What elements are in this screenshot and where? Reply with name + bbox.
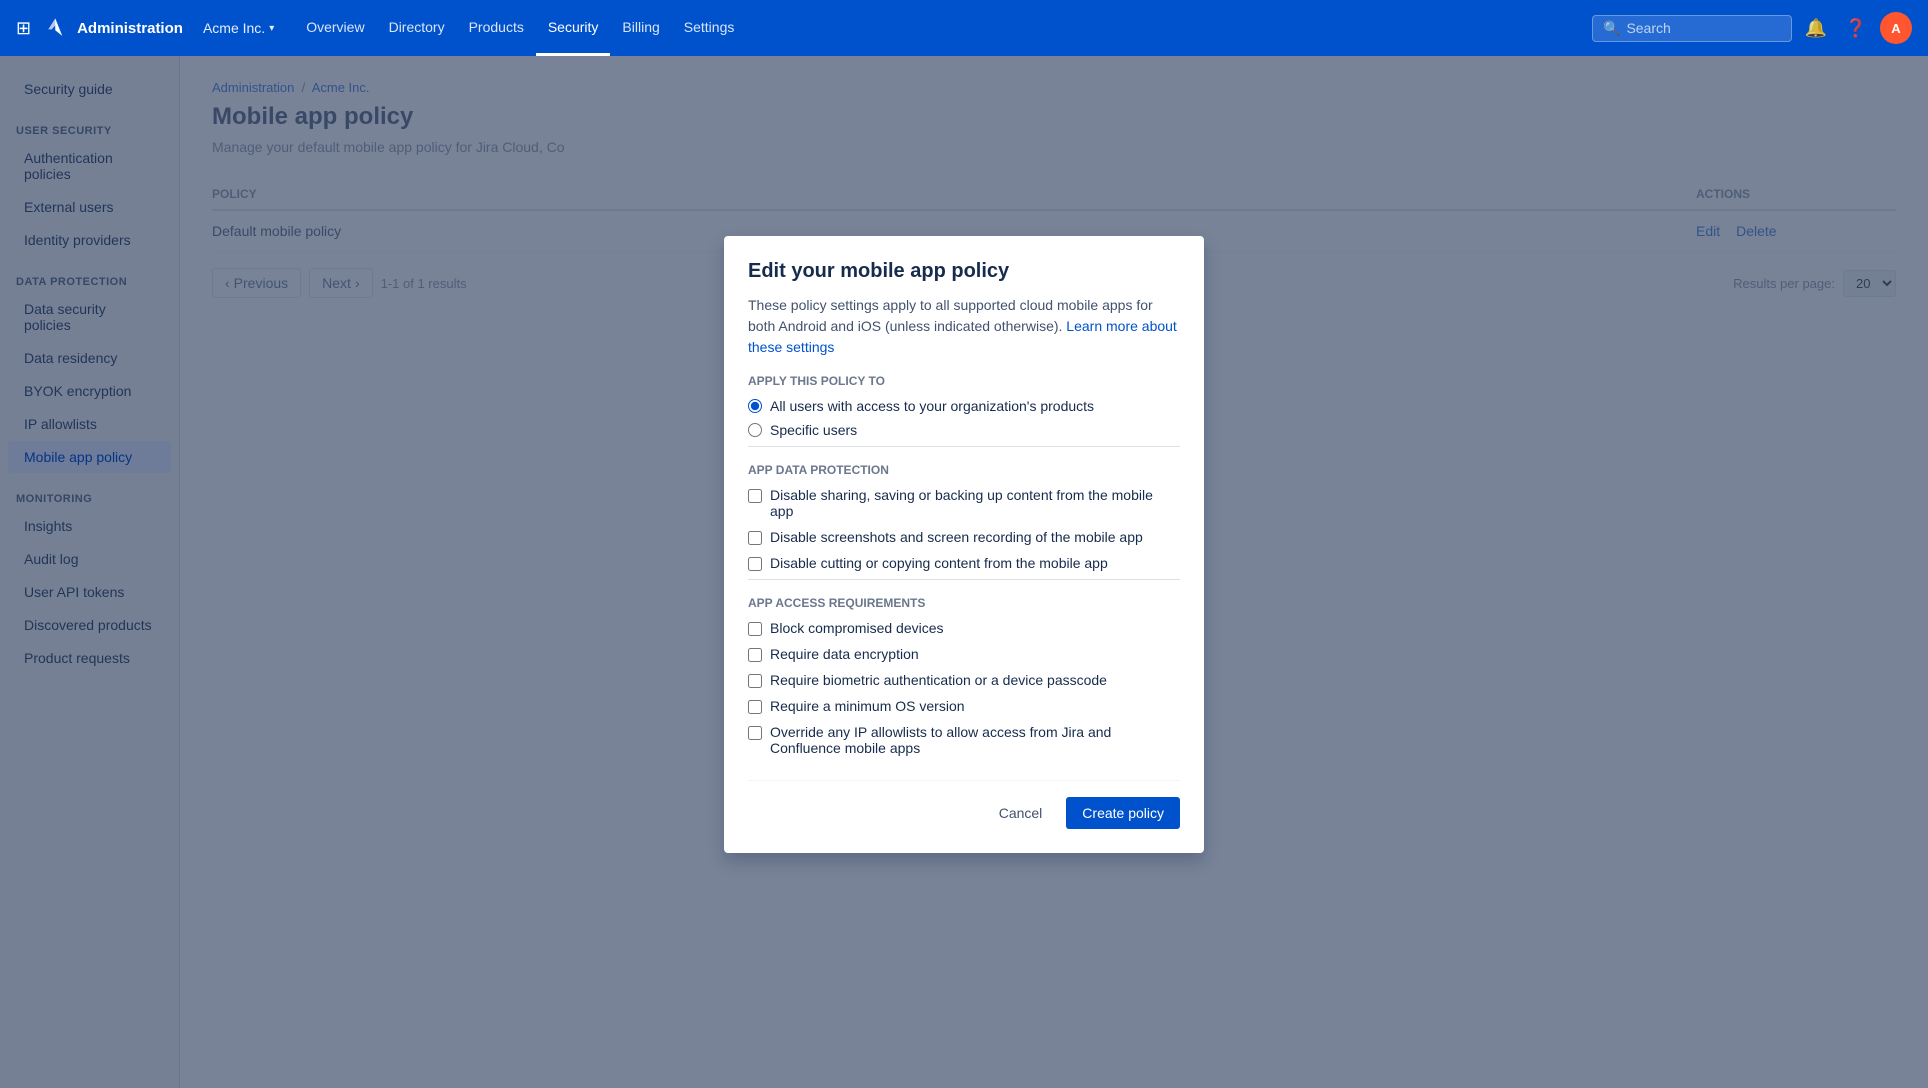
radio-all-users[interactable]: All users with access to your organizati… bbox=[748, 398, 1180, 414]
modal-description: These policy settings apply to all suppo… bbox=[748, 295, 1180, 358]
checkbox-require-biometric-input[interactable] bbox=[748, 674, 762, 688]
search-box[interactable]: 🔍 Search bbox=[1592, 15, 1792, 42]
checkbox-require-encryption[interactable]: Require data encryption bbox=[748, 646, 1180, 662]
checkbox-override-ip[interactable]: Override any IP allowlists to allow acce… bbox=[748, 724, 1180, 756]
checkbox-require-encryption-input[interactable] bbox=[748, 648, 762, 662]
app-access-group: Block compromised devices Require data e… bbox=[748, 620, 1180, 756]
nav-overview[interactable]: Overview bbox=[294, 0, 376, 56]
checkbox-require-os[interactable]: Require a minimum OS version bbox=[748, 698, 1180, 714]
checkbox-require-os-input[interactable] bbox=[748, 700, 762, 714]
checkbox-block-compromised-input[interactable] bbox=[748, 622, 762, 636]
atlassian-logo[interactable]: Administration bbox=[43, 14, 183, 42]
checkbox-disable-sharing-label: Disable sharing, saving or backing up co… bbox=[770, 487, 1180, 519]
section-divider-2 bbox=[748, 579, 1180, 580]
nav-billing[interactable]: Billing bbox=[610, 0, 671, 56]
nav-directory[interactable]: Directory bbox=[377, 0, 457, 56]
radio-all-users-label: All users with access to your organizati… bbox=[770, 398, 1094, 414]
nav-right-section: 🔍 Search 🔔 ❓ A bbox=[1592, 12, 1912, 44]
grid-icon[interactable]: ⊞ bbox=[16, 18, 31, 39]
nav-products[interactable]: Products bbox=[457, 0, 536, 56]
app-data-protection-group: Disable sharing, saving or backing up co… bbox=[748, 487, 1180, 571]
nav-settings[interactable]: Settings bbox=[672, 0, 747, 56]
radio-all-users-input[interactable] bbox=[748, 399, 762, 413]
checkbox-require-biometric-label: Require biometric authentication or a de… bbox=[770, 672, 1107, 688]
avatar[interactable]: A bbox=[1880, 12, 1912, 44]
nav-security[interactable]: Security bbox=[536, 0, 611, 56]
checkbox-require-biometric[interactable]: Require biometric authentication or a de… bbox=[748, 672, 1180, 688]
checkbox-disable-screenshots-label: Disable screenshots and screen recording… bbox=[770, 529, 1143, 545]
radio-specific-users[interactable]: Specific users bbox=[748, 422, 1180, 438]
checkbox-disable-screenshots-input[interactable] bbox=[748, 531, 762, 545]
modal-footer: Cancel Create policy bbox=[748, 780, 1180, 829]
radio-specific-users-label: Specific users bbox=[770, 422, 857, 438]
chevron-down-icon: ▾ bbox=[269, 23, 274, 34]
checkbox-disable-screenshots[interactable]: Disable screenshots and screen recording… bbox=[748, 529, 1180, 545]
checkbox-require-os-label: Require a minimum OS version bbox=[770, 698, 965, 714]
apply-policy-label: Apply this policy to bbox=[748, 374, 1180, 388]
modal-overlay[interactable]: Edit your mobile app policy These policy… bbox=[0, 0, 1928, 1088]
modal-title: Edit your mobile app policy bbox=[748, 260, 1180, 283]
org-switcher[interactable]: Acme Inc. ▾ bbox=[203, 20, 274, 36]
org-name: Acme Inc. bbox=[203, 20, 265, 36]
checkbox-disable-cutting-label: Disable cutting or copying content from … bbox=[770, 555, 1108, 571]
checkbox-disable-sharing[interactable]: Disable sharing, saving or backing up co… bbox=[748, 487, 1180, 519]
checkbox-disable-cutting-input[interactable] bbox=[748, 557, 762, 571]
checkbox-override-ip-label: Override any IP allowlists to allow acce… bbox=[770, 724, 1180, 756]
logo-text: Administration bbox=[77, 20, 183, 37]
checkbox-disable-sharing-input[interactable] bbox=[748, 489, 762, 503]
checkbox-block-compromised[interactable]: Block compromised devices bbox=[748, 620, 1180, 636]
top-navigation: ⊞ Administration Acme Inc. ▾ Overview Di… bbox=[0, 0, 1928, 56]
section-divider-1 bbox=[748, 446, 1180, 447]
checkbox-disable-cutting[interactable]: Disable cutting or copying content from … bbox=[748, 555, 1180, 571]
apply-policy-radio-group: All users with access to your organizati… bbox=[748, 398, 1180, 438]
help-button[interactable]: ❓ bbox=[1840, 12, 1872, 44]
search-placeholder: Search bbox=[1626, 20, 1670, 36]
nav-links: Overview Directory Products Security Bil… bbox=[294, 0, 746, 56]
atlassian-diamond-icon bbox=[43, 14, 71, 42]
checkbox-override-ip-input[interactable] bbox=[748, 726, 762, 740]
search-icon: 🔍 bbox=[1603, 20, 1620, 37]
checkbox-block-compromised-label: Block compromised devices bbox=[770, 620, 944, 636]
app-data-protection-label: App data protection bbox=[748, 463, 1180, 477]
edit-mobile-policy-modal: Edit your mobile app policy These policy… bbox=[724, 236, 1204, 853]
create-policy-button[interactable]: Create policy bbox=[1066, 797, 1180, 829]
notifications-button[interactable]: 🔔 bbox=[1800, 12, 1832, 44]
cancel-button[interactable]: Cancel bbox=[983, 797, 1059, 829]
app-access-label: App access requirements bbox=[748, 596, 1180, 610]
radio-specific-users-input[interactable] bbox=[748, 423, 762, 437]
checkbox-require-encryption-label: Require data encryption bbox=[770, 646, 919, 662]
